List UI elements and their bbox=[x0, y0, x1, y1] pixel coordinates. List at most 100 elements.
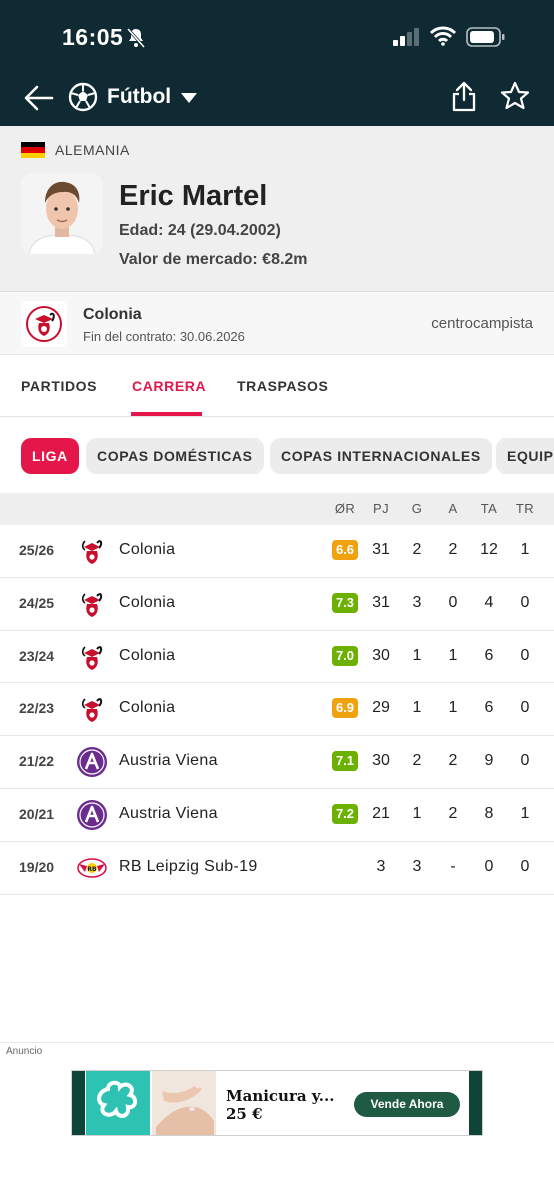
season-cell: 24/25 bbox=[19, 594, 55, 611]
chip-copas-internacionales[interactable]: COPAS INTERNACIONALES bbox=[270, 438, 492, 474]
team-cell: Austria Viena bbox=[119, 752, 218, 770]
sport-selector[interactable]: Fútbol bbox=[107, 85, 171, 109]
battery-icon bbox=[466, 27, 506, 52]
club-name: Colonia bbox=[83, 306, 142, 323]
chip-copas-domesticas[interactable]: COPAS DOMÉSTICAS bbox=[86, 438, 264, 474]
team-cell: Colonia bbox=[119, 699, 176, 717]
header-matches: PJ bbox=[373, 501, 389, 516]
ad-title: Manicura y... bbox=[226, 1087, 335, 1105]
koln-logo-icon bbox=[76, 641, 108, 673]
rating-badge: 7.0 bbox=[332, 645, 358, 666]
a-cell: 1 bbox=[448, 699, 458, 717]
g-cell: 3 bbox=[412, 857, 422, 875]
active-tab-indicator bbox=[131, 412, 202, 416]
g-cell: 2 bbox=[412, 541, 422, 558]
ad-divider bbox=[0, 1042, 554, 1043]
koln-logo-icon bbox=[76, 588, 108, 620]
table-row[interactable]: 20/21 Austria Viena 7.2 21 1 2 8 1 bbox=[0, 789, 554, 842]
ad-border-right bbox=[469, 1071, 482, 1135]
austria-logo-icon bbox=[76, 746, 108, 778]
table-row[interactable]: 24/25 Colonia 7.3 31 3 0 4 0 bbox=[0, 578, 554, 631]
contract-end: Fin del contrato: 30.06.2026 bbox=[83, 329, 245, 344]
season-cell: 20/21 bbox=[19, 805, 55, 822]
tr-cell: 0 bbox=[520, 857, 530, 875]
leipzig-logo-icon: RB bbox=[76, 852, 108, 884]
table-row[interactable]: 21/22 Austria Viena 7.1 30 2 2 9 0 bbox=[0, 736, 554, 789]
germany-flag-icon bbox=[21, 142, 45, 158]
share-icon[interactable] bbox=[450, 80, 478, 117]
season-cell: 23/24 bbox=[19, 647, 55, 664]
table-row[interactable]: 23/24 Colonia 7.0 30 1 1 6 0 bbox=[0, 631, 554, 684]
ad-image bbox=[152, 1071, 216, 1135]
tab-carrera[interactable]: CARRERA bbox=[132, 378, 206, 394]
header-red-cards: TR bbox=[515, 501, 535, 516]
tab-traspasos[interactable]: TRASPASOS bbox=[237, 378, 329, 394]
player-position: centrocampista bbox=[431, 315, 533, 332]
player-name: Eric Martel bbox=[119, 180, 268, 212]
back-arrow-icon[interactable] bbox=[22, 82, 56, 114]
g-cell: 1 bbox=[412, 699, 422, 717]
tr-cell: 1 bbox=[520, 804, 530, 822]
a-cell: 0 bbox=[448, 593, 458, 611]
ad-brand-logo bbox=[86, 1071, 150, 1135]
rating-badge: 6.6 bbox=[332, 540, 358, 560]
a-cell: 2 bbox=[448, 804, 458, 822]
g-cell: 3 bbox=[412, 593, 422, 611]
competition-filter: LIGA COPAS DOMÉSTICAS COPAS INTERNACIONA… bbox=[0, 417, 554, 493]
a-cell: 2 bbox=[448, 541, 458, 558]
tr-cell: 0 bbox=[520, 646, 530, 664]
tr-cell: 1 bbox=[520, 541, 530, 558]
season-cell: 22/23 bbox=[19, 700, 55, 717]
player-photo bbox=[21, 173, 103, 255]
g-cell: 1 bbox=[412, 646, 422, 664]
player-age: Edad: 24 (29.04.2002) bbox=[119, 222, 281, 239]
table-row[interactable]: 25/26 Colonia 6.6 31 2 2 12 1 bbox=[0, 525, 554, 578]
player-market-value: Valor de mercado: €8.2m bbox=[119, 251, 308, 268]
soccer-ball-icon[interactable] bbox=[68, 82, 98, 117]
status-time: 16:05 bbox=[62, 24, 124, 50]
team-cell: Colonia bbox=[119, 593, 176, 611]
a-cell: 2 bbox=[448, 752, 458, 770]
pj-cell: 30 bbox=[372, 646, 390, 664]
svg-text:RB: RB bbox=[87, 866, 97, 873]
ad-border-left bbox=[72, 1071, 85, 1135]
g-cell: 2 bbox=[412, 752, 422, 770]
rating-badge: 7.3 bbox=[332, 592, 358, 613]
season-cell: 25/26 bbox=[19, 542, 55, 558]
ta-cell: 0 bbox=[484, 857, 494, 875]
ta-cell: 6 bbox=[484, 699, 494, 717]
chevron-down-icon[interactable] bbox=[180, 91, 198, 109]
tab-bar: PARTIDOS CARRERA TRASPASOS bbox=[0, 355, 554, 417]
ta-cell: 12 bbox=[480, 541, 498, 558]
koln-logo-icon bbox=[76, 535, 108, 567]
a-cell: 1 bbox=[448, 646, 458, 664]
team-cell: Colonia bbox=[119, 541, 176, 558]
tr-cell: 0 bbox=[520, 699, 530, 717]
tab-partidos[interactable]: PARTIDOS bbox=[21, 378, 97, 394]
rating-badge: 7.1 bbox=[332, 751, 358, 772]
star-favorite-icon[interactable] bbox=[500, 81, 530, 116]
ta-cell: 9 bbox=[484, 752, 494, 770]
table-row[interactable]: 19/20 RB RB Leipzig Sub-19 3 3 - 0 0 bbox=[0, 842, 554, 895]
team-cell: RB Leipzig Sub-19 bbox=[119, 857, 258, 875]
current-club-row[interactable]: Colonia Fin del contrato: 30.06.2026 cen… bbox=[0, 292, 554, 355]
header-yellow-cards: TA bbox=[480, 501, 498, 516]
pj-cell: 31 bbox=[372, 541, 390, 558]
ad-banner[interactable]: Manicura y... 25 € Vende Ahora bbox=[71, 1070, 483, 1136]
chip-liga[interactable]: LIGA bbox=[21, 438, 79, 474]
austria-logo-icon bbox=[76, 799, 108, 831]
pj-cell: 29 bbox=[372, 699, 390, 717]
ad-cta-button[interactable]: Vende Ahora bbox=[354, 1092, 460, 1117]
pj-cell: 3 bbox=[376, 857, 386, 875]
career-table-header: ØR PJ G A TA TR bbox=[0, 493, 554, 525]
header-rating: ØR bbox=[334, 501, 356, 516]
nav-bar: Fútbol bbox=[0, 78, 554, 118]
chip-equipo[interactable]: EQUIP bbox=[496, 438, 554, 474]
season-cell: 19/20 bbox=[19, 858, 55, 875]
table-row[interactable]: 22/23 Colonia 6.9 29 1 1 6 0 bbox=[0, 683, 554, 737]
pj-cell: 30 bbox=[372, 752, 390, 770]
tr-cell: 0 bbox=[520, 593, 530, 611]
season-cell: 21/22 bbox=[19, 753, 55, 770]
koln-logo-icon bbox=[76, 693, 108, 725]
career-table-body: 25/26 Colonia 6.6 31 2 2 12 1 24/25 Colonia 7.3 31 3… bbox=[0, 525, 554, 895]
